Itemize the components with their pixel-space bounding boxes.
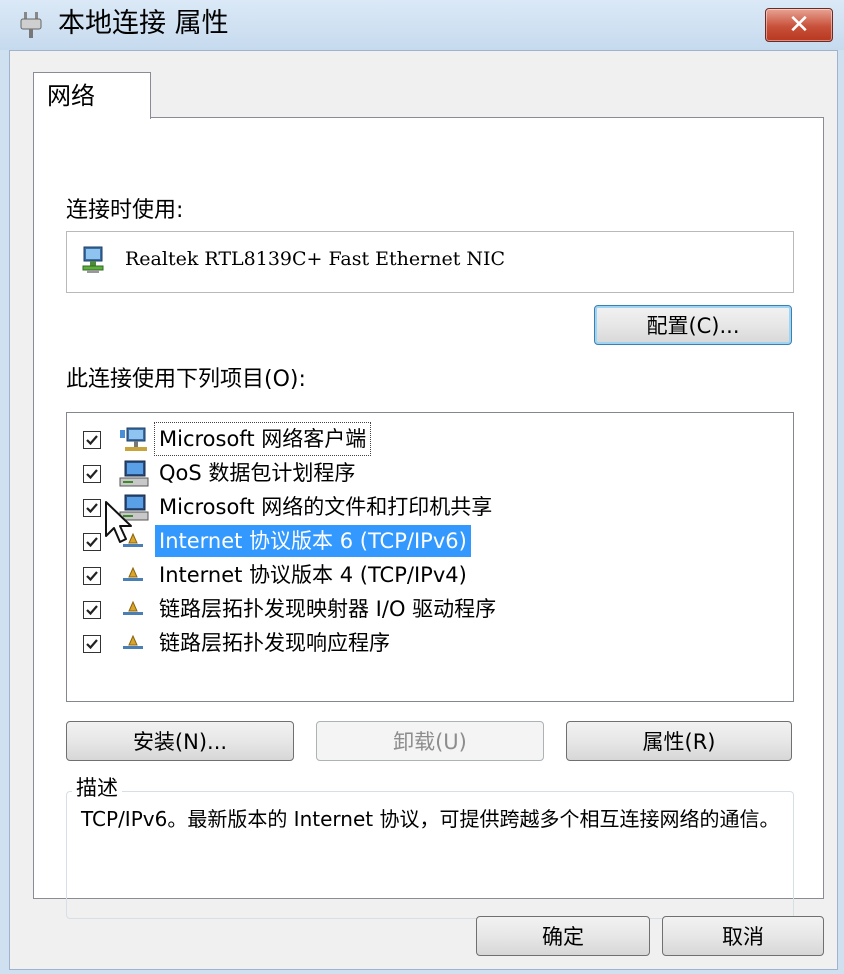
network-tab-panel: 连接时使用: Realtek RTL8139C+ Fast Ethernet N… [33,117,824,919]
protocol-icon [123,566,143,581]
check-icon [86,605,98,616]
install-button[interactable]: 安装(N)... [66,721,294,761]
title-bar[interactable]: 本地连接 属性 ✕ [0,0,844,50]
item-label: Internet 协议版本 6 (TCP/IPv6) [155,525,471,557]
adapter-name: Realtek RTL8139C+ Fast Ethernet NIC [125,248,506,270]
item-checkbox[interactable] [83,567,101,585]
uninstall-button[interactable]: 卸载(U) [316,721,544,761]
connect-using-label: 连接时使用: [66,198,184,223]
list-item[interactable]: Microsoft 网络的文件和打印机共享 [67,491,791,525]
item-label: Internet 协议版本 4 (TCP/IPv4) [159,563,467,587]
check-icon [86,639,98,650]
properties-button[interactable]: 属性(R) [566,721,792,761]
ok-button[interactable]: 确定 [476,916,650,956]
list-item[interactable]: 链路层拓扑发现映射器 I/O 驱动程序 [67,593,791,627]
properties-dialog: 本地连接 属性 ✕ 网络 连接时使用: Realtek RTL8139C+ Fa… [0,0,844,974]
network-adapter-icon [82,246,104,273]
item-label: 链路层拓扑发现映射器 I/O 驱动程序 [159,597,497,621]
check-icon [86,503,98,514]
item-label: 链路层拓扑发现响应程序 [159,631,390,655]
check-icon [86,571,98,582]
item-checkbox[interactable] [83,601,101,619]
configure-button[interactable]: 配置(C)... [594,305,792,345]
network-client-icon [120,427,147,451]
close-button[interactable]: ✕ [765,8,833,42]
item-label: Microsoft 网络客户端 [153,422,372,456]
list-item[interactable]: Microsoft 网络客户端 [67,422,791,457]
cancel-button[interactable]: 取消 [662,916,824,956]
description-group: TCP/IPv6。最新版本的 Internet 协议，可提供跨越多个相互连接网络… [66,791,794,919]
item-label: Microsoft 网络的文件和打印机共享 [159,495,493,519]
list-item[interactable]: Internet 协议版本 4 (TCP/IPv4) [67,559,791,593]
window-title: 本地连接 属性 [58,8,229,39]
item-checkbox[interactable] [83,465,101,483]
protocol-icon [123,634,143,649]
description-legend: 描述 [72,773,122,803]
tab-network[interactable]: 网络 [33,72,151,119]
check-icon [86,469,98,480]
computer-service-icon [119,460,149,487]
item-label: QoS 数据包计划程序 [159,461,356,485]
items-label: 此连接使用下列项目(O): [66,367,306,392]
check-icon [86,537,98,548]
item-checkbox[interactable] [83,533,101,551]
mouse-cursor-icon [105,501,132,543]
components-list[interactable]: Microsoft 网络客户端 QoS 数据包计划程序 Microsoft 网络… [66,412,794,702]
adapter-field: Realtek RTL8139C+ Fast Ethernet NIC [66,231,794,293]
list-item[interactable]: QoS 数据包计划程序 [67,457,791,491]
close-icon: ✕ [788,10,810,40]
item-checkbox[interactable] [83,431,101,449]
tab-label: 网络 [47,82,95,110]
list-item-selected[interactable]: Internet 协议版本 6 (TCP/IPv6) [67,525,791,559]
list-item[interactable]: 链路层拓扑发现响应程序 [67,627,791,661]
check-icon [86,435,98,446]
item-checkbox[interactable] [83,635,101,653]
description-text: TCP/IPv6。最新版本的 Internet 协议，可提供跨越多个相互连接网络… [81,807,780,831]
network-plug-icon [20,12,42,38]
item-checkbox[interactable] [83,499,101,517]
protocol-icon [123,600,143,615]
